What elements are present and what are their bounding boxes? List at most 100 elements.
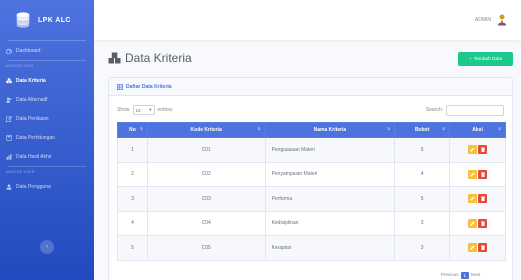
- sidebar-toggle-button[interactable]: ‹: [40, 240, 54, 254]
- search-wrap: Search:: [425, 104, 504, 116]
- cubes-icon: [6, 77, 12, 84]
- sidebar-heading-master-user: MASTER USER: [6, 170, 35, 174]
- column-header-kode[interactable]: Kode Kriteria ⇅: [146, 122, 266, 138]
- edit-button[interactable]: [467, 218, 477, 228]
- page-title: Data Kriteria: [108, 51, 192, 65]
- sidebar-heading-master-data: MASTER DATA: [6, 64, 34, 68]
- column-header-nama[interactable]: Nama Kriteria ⇅: [264, 122, 396, 138]
- user-name[interactable]: ADMIN: [475, 17, 491, 23]
- sidebar-item-label: Data Perhitungan: [16, 134, 55, 141]
- dashboard-icon: [6, 48, 12, 54]
- delete-button[interactable]: [478, 243, 488, 253]
- edit-icon: [6, 115, 12, 122]
- sidebar-item-data-hasil-akhir[interactable]: Data Hasil Akhir: [0, 147, 94, 166]
- edit-button[interactable]: [467, 194, 477, 204]
- cell-aksi: [449, 161, 506, 187]
- cell-kode: C02: [146, 161, 266, 187]
- action-buttons: [450, 194, 505, 204]
- cell-no: 5: [117, 235, 148, 261]
- cell-bobot: 3: [394, 235, 451, 261]
- cell-aksi: [449, 235, 506, 261]
- trash-icon: [480, 172, 485, 177]
- database-icon: [16, 12, 30, 28]
- sidebar-item-label: Data Penilaian: [16, 115, 49, 122]
- delete-button[interactable]: [478, 169, 488, 179]
- cell-bobot: 4: [394, 161, 451, 187]
- cell-nama: Performa: [264, 186, 396, 212]
- edit-button[interactable]: [467, 243, 477, 253]
- edit-icon: [470, 245, 475, 250]
- sidebar-item-data-perhitungan[interactable]: Data Perhitungan: [0, 128, 94, 147]
- trash-icon: [480, 245, 485, 251]
- edit-icon: [470, 221, 475, 226]
- delete-button[interactable]: [478, 145, 488, 155]
- table-controls: Show 10 ▾ entries Search:: [117, 104, 504, 116]
- sidebar-item-dashboard[interactable]: Dashboard: [0, 41, 94, 60]
- edit-button[interactable]: [467, 169, 477, 179]
- calculator-icon: [6, 134, 12, 141]
- action-buttons: [450, 169, 505, 179]
- users-icon: [6, 97, 12, 103]
- plus-icon: +: [468, 56, 472, 62]
- cell-nama: Penyampaian Materi: [264, 161, 396, 187]
- search-input[interactable]: [446, 104, 504, 116]
- search-label: Search:: [425, 107, 443, 113]
- pagination-previous[interactable]: Previous: [441, 272, 459, 279]
- cell-no: 1: [117, 137, 148, 163]
- sort-icon: ⇅: [442, 127, 446, 131]
- table-icon: [117, 83, 123, 90]
- pagination-next[interactable]: Next: [471, 272, 480, 279]
- table-row: 1 C01 Penguasaan Materi 5: [117, 137, 506, 163]
- chart-icon: [6, 153, 12, 160]
- sidebar-item-data-pengguna[interactable]: Data Pengguna: [0, 177, 94, 196]
- sidebar-item-data-kriteria[interactable]: Data Kriteria: [0, 71, 94, 90]
- entries-length: Show 10 ▾ entries: [117, 105, 173, 115]
- column-header-aksi[interactable]: Aksi ⇅: [449, 122, 506, 138]
- topbar: ADMIN: [94, 0, 521, 40]
- cell-aksi: [449, 186, 506, 212]
- edit-button[interactable]: [467, 145, 477, 155]
- action-buttons: [450, 243, 505, 253]
- column-header-no[interactable]: No ⇅: [117, 122, 148, 138]
- edit-icon: [470, 172, 475, 177]
- delete-button[interactable]: [478, 218, 488, 228]
- sort-icon: ⇅: [257, 127, 261, 131]
- entries-label: entries: [157, 107, 173, 113]
- kriteria-table: No ⇅ Kode Kriteria ⇅ Nama Kriteria ⇅ Bobot ⇅…: [117, 122, 506, 261]
- brand[interactable]: LPK ALC: [0, 0, 94, 40]
- sidebar: LPK ALC Dashboard MASTER DATA Data Krite…: [0, 0, 94, 280]
- sort-icon: ⇅: [387, 127, 391, 131]
- cell-kode: C03: [146, 186, 266, 212]
- entries-select[interactable]: 10 ▾: [132, 105, 155, 115]
- action-buttons: [450, 145, 505, 155]
- cell-no: 2: [117, 161, 148, 187]
- sidebar-item-data-alternatif[interactable]: Data Alternatif: [0, 90, 94, 109]
- table-row: 5 C05 Kerapian 3: [117, 235, 506, 261]
- cell-nama: Kerapian: [264, 235, 396, 261]
- show-label: Show: [117, 107, 130, 113]
- column-header-bobot[interactable]: Bobot ⇅: [394, 122, 451, 138]
- sidebar-item-label: Data Pengguna: [16, 183, 51, 190]
- table-row: 2 C02 Penyampaian Materi 4: [117, 161, 506, 187]
- cell-bobot: 5: [394, 186, 451, 212]
- add-data-button[interactable]: + Tambah Data: [458, 52, 513, 66]
- sort-icon: ⇅: [139, 127, 143, 131]
- cell-no: 4: [117, 210, 148, 236]
- card-title: Daftar Data Kriteria: [126, 83, 172, 90]
- pagination-page-current[interactable]: 1: [460, 272, 470, 279]
- add-data-label: Tambah Data: [473, 56, 503, 62]
- sidebar-item-label: Dashboard: [16, 47, 41, 54]
- sort-icon: ⇅: [498, 127, 501, 131]
- chevron-left-icon: ‹: [46, 244, 48, 250]
- edit-icon: [470, 196, 475, 201]
- delete-button[interactable]: [478, 194, 488, 204]
- cell-aksi: [449, 210, 506, 236]
- trash-icon: [480, 196, 485, 202]
- sidebar-item-label: Data Kriteria: [16, 77, 46, 84]
- cell-kode: C04: [146, 210, 266, 236]
- user-avatar-icon[interactable]: [497, 14, 507, 26]
- cell-nama: Kedisiplinan: [264, 210, 396, 236]
- chevron-down-icon: ▾: [149, 107, 152, 112]
- sidebar-item-label: Data Alternatif: [16, 96, 48, 103]
- sidebar-item-data-penilaian[interactable]: Data Penilaian: [0, 109, 94, 128]
